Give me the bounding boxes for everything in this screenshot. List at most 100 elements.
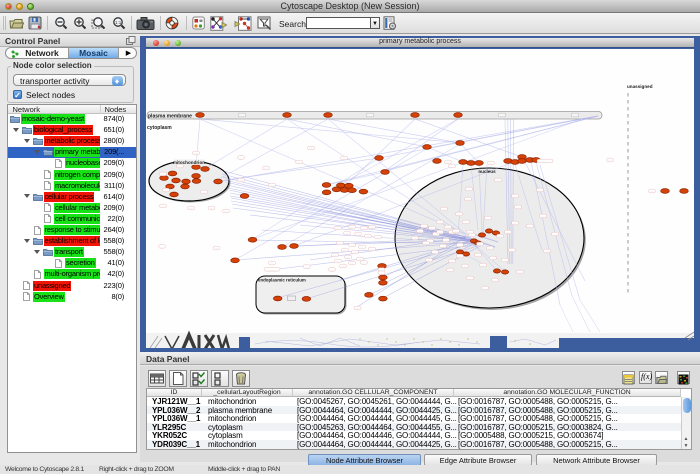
svg-text:....: .... — [203, 191, 206, 194]
svg-text:....: .... — [356, 307, 359, 310]
svg-text:....: .... — [351, 262, 354, 265]
svg-text:....: .... — [351, 244, 354, 247]
svg-text:....: .... — [546, 250, 549, 253]
svg-text:unassigned: unassigned — [627, 84, 653, 89]
svg-text:....: .... — [165, 189, 168, 192]
svg-text:....: .... — [451, 165, 454, 168]
svg-text:....: .... — [195, 152, 198, 155]
svg-text:....: .... — [343, 157, 346, 160]
svg-text:....: .... — [492, 257, 495, 260]
svg-text:....: .... — [517, 206, 520, 209]
svg-text:....: .... — [479, 243, 482, 246]
svg-text:....: .... — [514, 222, 517, 225]
svg-text:....: .... — [298, 161, 301, 164]
svg-text:....: .... — [265, 167, 268, 170]
svg-text:....: .... — [539, 189, 542, 192]
svg-text:....: .... — [419, 230, 422, 233]
svg-text:....: .... — [342, 265, 345, 268]
svg-text:....: .... — [442, 245, 445, 248]
svg-text:....: .... — [240, 157, 243, 160]
svg-text:....: .... — [482, 264, 485, 267]
svg-text:....: .... — [443, 208, 446, 211]
svg-text:....: .... — [331, 269, 334, 272]
svg-text:....: .... — [487, 217, 490, 220]
svg-text:cytoplasm: cytoplasm — [147, 125, 172, 131]
svg-text:....: .... — [347, 256, 350, 259]
svg-text:....: .... — [484, 287, 487, 290]
svg-text:....: .... — [490, 162, 493, 165]
svg-text:....: .... — [344, 249, 347, 252]
svg-text:....: .... — [371, 226, 374, 229]
svg-text:....: .... — [514, 195, 517, 198]
svg-text:....: .... — [467, 198, 470, 201]
svg-text:....: .... — [554, 233, 557, 236]
svg-text:....: .... — [363, 227, 366, 230]
svg-text:....: .... — [210, 207, 213, 210]
svg-text:....: .... — [371, 248, 374, 251]
svg-text:....: .... — [337, 260, 340, 263]
svg-text:....: .... — [504, 259, 507, 262]
svg-text:....: .... — [439, 221, 442, 224]
svg-text:....: .... — [447, 161, 450, 164]
svg-text:....: .... — [609, 159, 612, 162]
svg-text:....: .... — [651, 190, 654, 193]
svg-text:....: .... — [161, 246, 164, 249]
svg-text:....: .... — [162, 173, 165, 176]
svg-text:....: .... — [310, 147, 313, 150]
svg-text:....: .... — [423, 225, 426, 228]
svg-text:nucleus: nucleus — [478, 169, 496, 174]
svg-text:plasma membrane: plasma membrane — [148, 114, 192, 120]
svg-text:....: .... — [459, 244, 462, 247]
svg-text:....: .... — [471, 234, 474, 237]
svg-text:....: .... — [439, 231, 442, 234]
svg-text:....: .... — [497, 179, 500, 182]
svg-text:....: .... — [447, 226, 450, 229]
svg-text:....: .... — [215, 247, 218, 250]
svg-text:1:1: 1:1 — [115, 20, 122, 25]
svg-text:....: .... — [434, 251, 437, 254]
svg-text:....: .... — [428, 259, 431, 262]
svg-text:....: .... — [337, 227, 340, 230]
svg-text:....: .... — [469, 277, 472, 280]
svg-text:....: .... — [425, 242, 428, 245]
svg-text:....: .... — [544, 160, 547, 163]
svg-text:....: .... — [431, 227, 434, 230]
svg-text:....: .... — [477, 254, 480, 257]
svg-text:....: .... — [445, 239, 448, 242]
svg-text:....: .... — [511, 249, 514, 252]
svg-text:....: .... — [240, 179, 243, 182]
svg-text:....: .... — [542, 215, 545, 218]
svg-text:....: .... — [367, 235, 370, 238]
svg-text:....: .... — [334, 254, 337, 257]
svg-text:....: .... — [271, 184, 274, 187]
svg-text:....: .... — [455, 230, 458, 233]
svg-text:....: .... — [363, 262, 366, 265]
svg-text:....: .... — [414, 237, 417, 240]
svg-text:....: .... — [459, 255, 462, 258]
svg-text:....: .... — [380, 272, 383, 275]
svg-text:....: .... — [190, 207, 193, 210]
svg-text:....: .... — [464, 265, 467, 268]
svg-text:....: .... — [465, 221, 468, 224]
svg-text:....: .... — [346, 232, 349, 235]
svg-text:....: .... — [271, 268, 274, 271]
svg-text:....: .... — [359, 258, 362, 261]
svg-text:....: .... — [458, 213, 461, 216]
svg-text:....: .... — [305, 266, 308, 269]
svg-text:....: .... — [357, 233, 360, 236]
svg-text:....: .... — [354, 251, 357, 254]
svg-text:....: .... — [499, 235, 502, 238]
svg-text:....: .... — [225, 210, 228, 213]
svg-text:....: .... — [519, 271, 522, 274]
svg-text:....: .... — [179, 165, 182, 168]
svg-text:....: .... — [377, 236, 380, 239]
svg-text:....: .... — [162, 205, 165, 208]
svg-text:....: .... — [451, 260, 454, 263]
svg-text:endoplasmic reticulum: endoplasmic reticulum — [258, 278, 306, 283]
svg-text:....: .... — [468, 188, 471, 191]
svg-text:....: .... — [361, 246, 364, 249]
svg-text:....: .... — [494, 279, 497, 282]
svg-text:....: .... — [339, 242, 342, 245]
svg-text:....: .... — [271, 262, 274, 265]
svg-text:....: .... — [351, 226, 354, 229]
